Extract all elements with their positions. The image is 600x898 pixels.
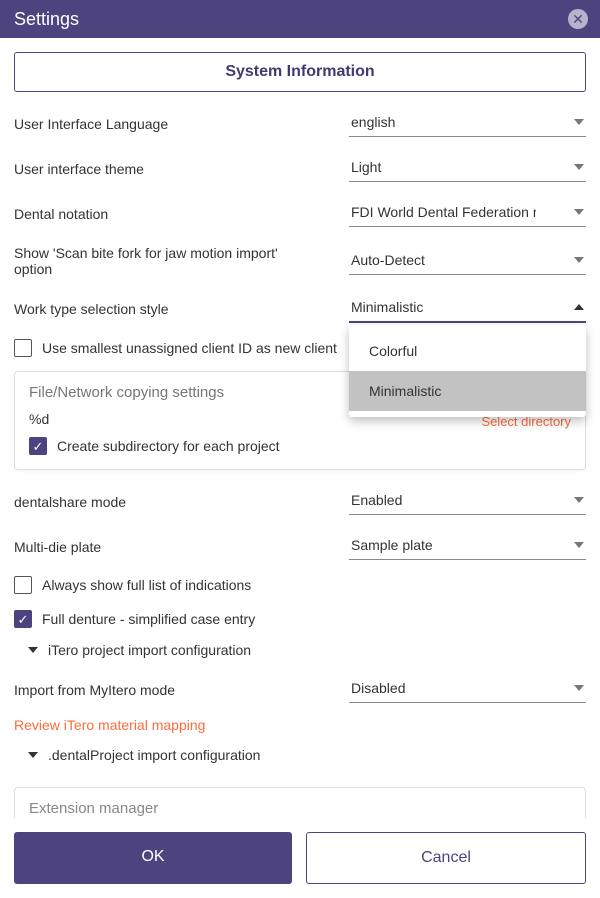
chevron-down-icon [574,119,584,125]
bite-fork-value: Auto-Detect [351,252,425,268]
work-style-option-colorful[interactable]: Colorful [349,331,586,371]
work-style-option-minimalistic[interactable]: Minimalistic [349,371,586,411]
itero-expander-label: iTero project import configuration [48,642,251,658]
ui-language-value: english [351,114,395,130]
review-itero-link[interactable]: Review iTero material mapping [14,717,586,733]
dentalshare-label: dentalshare mode [14,494,349,510]
full-denture-checkbox[interactable]: ✓ [14,610,32,628]
multi-die-label: Multi-die plate [14,539,349,555]
myitero-select[interactable]: Disabled [349,676,586,703]
dental-notation-label: Dental notation [14,206,349,222]
ok-button[interactable]: OK [14,832,292,884]
itero-expander[interactable]: iTero project import configuration [28,642,586,658]
chevron-down-icon [574,257,584,263]
myitero-value: Disabled [351,680,405,696]
dental-notation-select[interactable]: FDI World Dental Federation no [349,200,586,227]
settings-window: Settings ✕ System Information User Inter… [0,0,600,898]
work-style-select[interactable]: Minimalistic [349,295,586,323]
full-list-label: Always show full list of indications [42,577,251,593]
bite-fork-label: Show 'Scan bite fork for jaw motion impo… [14,245,314,277]
chevron-down-icon [574,497,584,503]
multi-die-select[interactable]: Sample plate [349,533,586,560]
multi-die-row: Multi-die plate Sample plate [14,533,586,560]
extension-manager-title: Extension manager [29,800,571,817]
system-information-button[interactable]: System Information [14,52,586,92]
dental-project-expander[interactable]: .dentalProject import configuration [28,747,586,763]
bite-fork-row: Show 'Scan bite fork for jaw motion impo… [14,245,586,277]
chevron-down-icon [28,752,38,758]
full-denture-label: Full denture - simplified case entry [42,611,255,627]
dentalshare-row: dentalshare mode Enabled [14,488,586,515]
dentalshare-select[interactable]: Enabled [349,488,586,515]
subdir-label: Create subdirectory for each project [57,438,280,454]
work-style-row: Work type selection style Minimalistic C… [14,295,586,323]
full-denture-row: ✓ Full denture - simplified case entry [14,610,586,628]
theme-value: Light [351,159,381,175]
subdir-row: ✓ Create subdirectory for each project [29,437,571,455]
titlebar: Settings ✕ [0,0,600,38]
window-title: Settings [14,9,79,30]
ui-language-select[interactable]: english [349,110,586,137]
dentalshare-value: Enabled [351,492,402,508]
myitero-row: Import from MyItero mode Disabled [14,676,586,703]
chevron-down-icon [28,647,38,653]
dental-notation-row: Dental notation FDI World Dental Federat… [14,200,586,227]
close-icon[interactable]: ✕ [568,9,588,29]
cancel-button[interactable]: Cancel [306,832,586,884]
full-list-row: Always show full list of indications [14,576,586,594]
smallest-id-label: Use smallest unassigned client ID as new… [42,340,337,356]
ui-language-label: User Interface Language [14,116,349,132]
multi-die-value: Sample plate [351,537,433,553]
chevron-down-icon [574,209,584,215]
chevron-up-icon [574,304,584,310]
work-style-value: Minimalistic [351,299,423,315]
full-list-checkbox[interactable] [14,576,32,594]
theme-select[interactable]: Light [349,155,586,182]
check-icon: ✓ [18,613,29,626]
content-area: System Information User Interface Langua… [0,38,600,818]
work-style-dropdown: Colorful Minimalistic [349,325,586,417]
chevron-down-icon [574,164,584,170]
work-style-label: Work type selection style [14,301,349,317]
dental-notation-value: FDI World Dental Federation no [351,204,536,220]
dialog-footer: OK Cancel [0,818,600,898]
bite-fork-select[interactable]: Auto-Detect [349,248,586,275]
subdir-checkbox[interactable]: ✓ [29,437,47,455]
extension-manager-card: Extension manager Manage extensions [14,787,586,818]
chevron-down-icon [574,542,584,548]
dental-project-expander-label: .dentalProject import configuration [48,747,260,763]
myitero-label: Import from MyItero mode [14,682,349,698]
smallest-id-checkbox[interactable] [14,339,32,357]
theme-label: User interface theme [14,161,349,177]
theme-row: User interface theme Light [14,155,586,182]
check-icon: ✓ [33,440,44,453]
chevron-down-icon [574,685,584,691]
ui-language-row: User Interface Language english [14,110,586,137]
